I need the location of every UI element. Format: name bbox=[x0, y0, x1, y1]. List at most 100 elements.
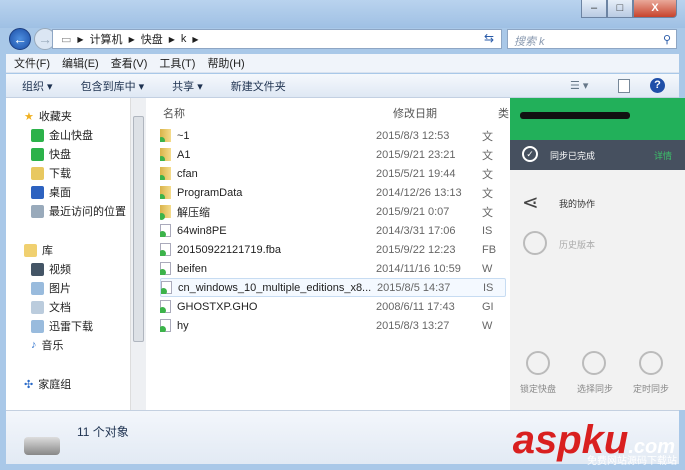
file-row[interactable]: A1 2015/9/21 23:21 文 bbox=[160, 145, 506, 164]
back-button[interactable]: ← bbox=[9, 28, 31, 50]
menu-tools[interactable]: 工具(T) bbox=[159, 55, 195, 71]
file-date: 2014/11/16 10:59 bbox=[376, 262, 461, 275]
file-icon bbox=[161, 281, 172, 294]
breadcrumb-k[interactable]: k bbox=[181, 33, 187, 45]
menu-view[interactable]: 查看(V) bbox=[111, 55, 148, 71]
download-folder-icon bbox=[31, 166, 44, 180]
nav-documents[interactable]: 文档 bbox=[49, 299, 71, 315]
nav-desktop[interactable]: 桌面 bbox=[49, 184, 71, 200]
file-type: GI bbox=[482, 300, 494, 313]
preview-pane-icon[interactable] bbox=[618, 78, 630, 93]
nav-favorites[interactable]: 收藏夹 bbox=[39, 108, 72, 124]
breadcrumb-computer[interactable]: 计算机 bbox=[90, 31, 123, 47]
details-link[interactable]: 详情 bbox=[654, 149, 672, 162]
help-icon[interactable]: ? bbox=[650, 78, 665, 93]
nav-downloads[interactable]: 下载 bbox=[49, 165, 71, 181]
menu-file[interactable]: 文件(F) bbox=[14, 55, 50, 71]
nav-scrollbar[interactable] bbox=[130, 98, 146, 410]
nav-library[interactable]: 库 bbox=[42, 242, 53, 258]
drive-icon bbox=[24, 437, 60, 455]
file-type: IS bbox=[482, 224, 493, 237]
file-row[interactable]: hy 2015/8/3 13:27 W bbox=[160, 316, 506, 335]
file-row[interactable]: cfan 2015/5/21 19:44 文 bbox=[160, 164, 506, 183]
file-name: ~1 bbox=[177, 129, 190, 142]
share-icon: ⋖ bbox=[522, 192, 539, 214]
file-icon bbox=[160, 224, 171, 237]
file-name: 64win8PE bbox=[177, 224, 227, 237]
check-icon: ✓ bbox=[522, 146, 538, 162]
file-type: 文 bbox=[482, 130, 493, 143]
file-row[interactable]: ~1 2015/8/3 12:53 文 bbox=[160, 126, 506, 145]
address-bar[interactable]: ▭ ▶ 计算机 ▶ 快盘 ▶ k ▶ bbox=[52, 29, 502, 49]
music-icon: ♪ bbox=[31, 339, 37, 351]
star-icon: ★ bbox=[24, 110, 34, 123]
nav-jinshan-kuaipan[interactable]: 金山快盘 bbox=[49, 127, 93, 143]
file-type: FB bbox=[482, 243, 497, 256]
nav-music[interactable]: 音乐 bbox=[42, 337, 64, 353]
nav-recent[interactable]: 最近访问的位置 bbox=[49, 203, 126, 219]
file-date: 2008/6/11 17:43 bbox=[376, 300, 455, 313]
share-button[interactable]: 共享 ▾ bbox=[172, 78, 203, 94]
folder-icon bbox=[160, 148, 171, 161]
file-name: 20150922121719.fba bbox=[177, 243, 281, 256]
nav-pictures[interactable]: 图片 bbox=[49, 280, 71, 296]
refresh-icon[interactable]: ⇆ bbox=[484, 31, 494, 45]
timed-sync-button[interactable]: 定时同步 bbox=[633, 382, 669, 395]
file-row[interactable]: 64win8PE 2014/3/31 17:06 IS bbox=[160, 221, 506, 240]
kuaipan-icon bbox=[31, 147, 44, 161]
file-row[interactable]: beifen 2014/11/16 10:59 W bbox=[160, 259, 506, 278]
search-input[interactable]: 搜索 k ⚲ bbox=[507, 29, 677, 49]
file-row[interactable]: GHOSTXP.GHO 2008/6/11 17:43 GI bbox=[160, 297, 506, 316]
file-name: ProgramData bbox=[177, 186, 243, 199]
file-date: 2015/9/21 0:07 bbox=[376, 205, 450, 218]
my-collab-link[interactable]: 我的协作 bbox=[559, 197, 595, 210]
homegroup-icon: ✣ bbox=[24, 378, 34, 391]
file-name: cfan bbox=[177, 167, 198, 180]
file-list: 名称 修改日期 类 ~1 2015/8/3 12:53 文 A1 2015/9/21 2… bbox=[146, 98, 510, 410]
column-date[interactable]: 修改日期 bbox=[393, 105, 437, 121]
scroll-thumb[interactable] bbox=[133, 116, 144, 342]
file-row[interactable]: 20150922121719.fba 2015/9/22 12:23 FB bbox=[160, 240, 506, 259]
search-icon: ⚲ bbox=[662, 34, 671, 46]
file-date: 2015/8/3 12:53 bbox=[376, 129, 450, 142]
column-type[interactable]: 类 bbox=[498, 105, 509, 121]
nav-homegroup[interactable]: 家庭组 bbox=[38, 376, 71, 392]
file-name: hy bbox=[177, 319, 189, 332]
file-type: W bbox=[482, 262, 493, 275]
history-link[interactable]: 历史版本 bbox=[559, 238, 595, 251]
file-row[interactable]: cn_windows_10_multiple_editions_x8... 201… bbox=[160, 278, 506, 297]
file-date: 2015/8/5 14:37 bbox=[377, 281, 451, 294]
close-button[interactable]: X bbox=[633, 0, 677, 18]
nav-kuaipan[interactable]: 快盘 bbox=[49, 146, 71, 162]
kuaipan-panel: ✓ 同步已完成 详情 ⋖ 我的协作 历史版本 锁定快盘 选择同步 定时同步 bbox=[510, 98, 685, 410]
view-options-icon[interactable]: ☰ ▾ bbox=[570, 79, 588, 92]
nav-xunlei[interactable]: 迅雷下载 bbox=[49, 318, 93, 334]
file-name: GHOSTXP.GHO bbox=[177, 300, 258, 313]
file-date: 2015/9/21 23:21 bbox=[376, 148, 456, 161]
file-icon bbox=[160, 300, 171, 313]
menu-edit[interactable]: 编辑(E) bbox=[62, 55, 99, 71]
lock-icon bbox=[526, 351, 550, 375]
nav-videos[interactable]: 视频 bbox=[49, 261, 71, 277]
new-folder-button[interactable]: 新建文件夹 bbox=[231, 78, 286, 94]
column-name[interactable]: 名称 bbox=[163, 105, 185, 121]
file-date: 2015/8/3 13:27 bbox=[376, 319, 450, 332]
folder-icon bbox=[160, 167, 171, 180]
drive-icon: ▭ bbox=[61, 33, 72, 46]
library-icon bbox=[24, 243, 37, 257]
include-library-button[interactable]: 包含到库中 ▾ bbox=[81, 78, 145, 94]
minimize-button[interactable]: – bbox=[581, 0, 607, 18]
select-sync-button[interactable]: 选择同步 bbox=[577, 382, 613, 395]
file-name: 解压缩 bbox=[177, 206, 210, 219]
folder-icon bbox=[160, 186, 171, 199]
file-row[interactable]: ProgramData 2014/12/26 13:13 文 bbox=[160, 183, 506, 202]
file-row[interactable]: 解压缩 2015/9/21 0:07 文 bbox=[160, 202, 506, 221]
sync-status: 同步已完成 bbox=[550, 151, 596, 161]
file-type: 文 bbox=[482, 168, 493, 181]
maximize-button[interactable]: □ bbox=[607, 0, 633, 18]
organize-button[interactable]: 组织 ▾ bbox=[22, 78, 53, 94]
menu-help[interactable]: 帮助(H) bbox=[207, 55, 244, 71]
breadcrumb-kuaipan[interactable]: 快盘 bbox=[141, 31, 163, 47]
lock-kuaipan-button[interactable]: 锁定快盘 bbox=[520, 382, 556, 395]
file-name: A1 bbox=[177, 148, 191, 161]
